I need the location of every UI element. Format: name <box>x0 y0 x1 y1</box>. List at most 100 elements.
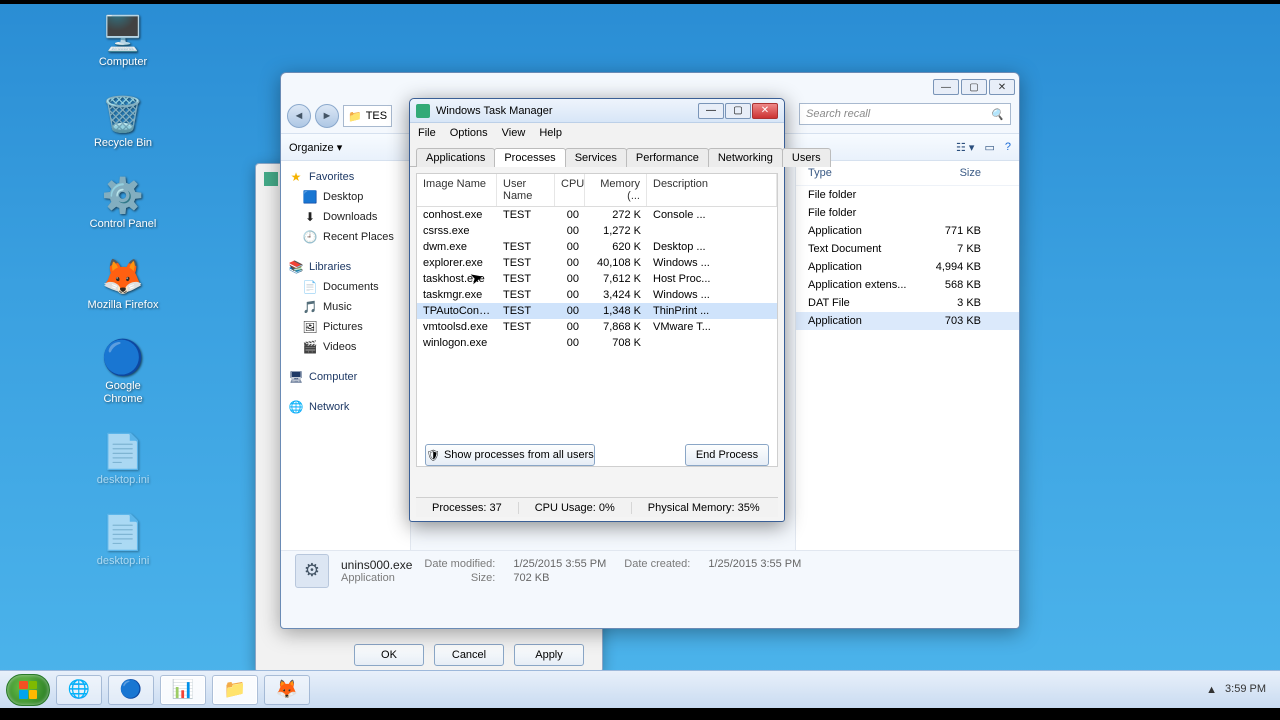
desktop-icon-chrome[interactable]: 🔵Google Chrome <box>85 336 161 406</box>
menu-file[interactable]: File <box>418 127 436 139</box>
search-input[interactable]: Search recall 🔍 <box>799 103 1011 125</box>
desktop-icon-computer[interactable]: 🖥️Computer <box>85 12 161 69</box>
view-menu-icon[interactable]: ☷ ▾ <box>956 141 974 154</box>
end-process-button[interactable]: End Process <box>685 444 769 466</box>
process-row[interactable]: winlogon.exe00708 K <box>417 335 777 351</box>
tray-clock[interactable]: 3:59 PM <box>1225 684 1266 695</box>
process-row[interactable]: dwm.exeTEST00620 KDesktop ... <box>417 239 777 255</box>
details-file-icon: ⚙ <box>295 554 329 588</box>
menu-options[interactable]: Options <box>450 127 488 139</box>
col-size[interactable]: Size <box>928 167 1009 179</box>
sidebar-item-desktop[interactable]: 🟦Desktop <box>285 187 406 207</box>
search-icon: 🔍 <box>990 108 1004 121</box>
tab-applications[interactable]: Applications <box>416 148 495 167</box>
taskbar-taskmgr[interactable]: 📊 <box>160 675 206 705</box>
videos-icon: 🎬 <box>303 340 317 354</box>
taskbar-firefox[interactable]: 🦊 <box>264 675 310 705</box>
status-memory: Physical Memory: 35% <box>632 502 776 514</box>
task-manager-status-bar: Processes: 37 CPU Usage: 0% Physical Mem… <box>416 497 778 517</box>
apply-button[interactable]: Apply <box>514 644 584 666</box>
sidebar-item-videos[interactable]: 🎬Videos <box>285 337 406 357</box>
file-row[interactable]: File folder <box>796 186 1019 204</box>
process-list-header[interactable]: Image Name User Name CPU Memory (... Des… <box>417 174 777 207</box>
process-row[interactable]: TPAutoConne...TEST001,348 KThinPrint ... <box>417 303 777 319</box>
ok-button[interactable]: OK <box>354 644 424 666</box>
show-all-users-button[interactable]: 🛡Show processes from all users <box>425 444 595 466</box>
col-description[interactable]: Description <box>647 174 777 206</box>
taskbar-chrome[interactable]: 🔵 <box>108 675 154 705</box>
col-image-name[interactable]: Image Name <box>417 174 497 206</box>
maximize-button[interactable]: ▢ <box>961 79 987 95</box>
sidebar-item-downloads[interactable]: ⬇Downloads <box>285 207 406 227</box>
tab-processes[interactable]: Processes <box>494 148 565 167</box>
tm-minimize-button[interactable]: — <box>698 103 724 119</box>
tab-users[interactable]: Users <box>782 148 831 167</box>
tab-networking[interactable]: Networking <box>708 148 783 167</box>
organize-menu[interactable]: Organize ▾ <box>289 141 342 154</box>
sidebar-item-documents[interactable]: 📄Documents <box>285 277 406 297</box>
task-manager-window[interactable]: Windows Task Manager — ▢ ✕ File Options … <box>409 98 785 522</box>
file-row[interactable]: DAT File3 KB <box>796 294 1019 312</box>
preview-pane-icon[interactable]: ▭ <box>984 141 994 154</box>
desktop-icon-firefox[interactable]: 🦊Mozilla Firefox <box>85 255 161 312</box>
task-manager-title: Windows Task Manager <box>436 105 553 117</box>
sidebar-item-recent[interactable]: 🕘Recent Places <box>285 227 406 247</box>
menu-view[interactable]: View <box>502 127 526 139</box>
sidebar-computer-head[interactable]: 🖥Computer <box>285 367 406 387</box>
col-memory[interactable]: Memory (... <box>585 174 647 206</box>
sidebar-network-head[interactable]: 🌐Network <box>285 397 406 417</box>
forward-button[interactable]: ► <box>315 104 339 128</box>
back-button[interactable]: ◄ <box>287 104 311 128</box>
start-button[interactable] <box>6 674 50 706</box>
help-icon[interactable]: ? <box>1005 141 1011 153</box>
col-type[interactable]: Type <box>808 167 928 179</box>
explorer-file-list[interactable]: Type Size File folderFile folderApplicat… <box>795 161 1019 550</box>
desktop-icon-control-panel[interactable]: ⚙️Control Panel <box>85 174 161 231</box>
process-row[interactable]: explorer.exeTEST0040,108 KWindows ... <box>417 255 777 271</box>
cancel-button[interactable]: Cancel <box>434 644 504 666</box>
explorer-details-pane: ⚙ unins000.exe Application Date modified… <box>281 550 1019 590</box>
explorer-sidebar: ★Favorites 🟦Desktop ⬇Downloads 🕘Recent P… <box>281 161 411 550</box>
tab-services[interactable]: Services <box>565 148 627 167</box>
file-row[interactable]: Application703 KB <box>796 312 1019 330</box>
address-bar[interactable]: 📁 TES <box>343 105 392 127</box>
details-filename: unins000.exe <box>341 558 412 572</box>
process-row[interactable]: taskhost.exeTEST007,612 KHost Proc... <box>417 271 777 287</box>
desktop-icon-ini-1[interactable]: 📄desktop.ini <box>85 430 161 487</box>
file-row[interactable]: Application4,994 KB <box>796 258 1019 276</box>
tab-performance[interactable]: Performance <box>626 148 709 167</box>
tm-maximize-button[interactable]: ▢ <box>725 103 751 119</box>
process-row[interactable]: csrss.exe001,272 K <box>417 223 777 239</box>
minimize-button[interactable]: — <box>933 79 959 95</box>
breadcrumb: TES <box>366 110 387 122</box>
taskbar[interactable]: 🌐 🔵 📊 📁 🦊 ▲ 3:59 PM <box>0 670 1280 708</box>
sidebar-item-music[interactable]: 🎵Music <box>285 297 406 317</box>
file-row[interactable]: File folder <box>796 204 1019 222</box>
sidebar-item-pictures[interactable]: 🖼Pictures <box>285 317 406 337</box>
process-row[interactable]: conhost.exeTEST00272 KConsole ... <box>417 207 777 223</box>
shield-icon: 🛡 <box>426 449 440 462</box>
sidebar-libraries-head[interactable]: 📚Libraries <box>285 257 406 277</box>
desktop-icon-ini-2[interactable]: 📄desktop.ini <box>85 511 161 568</box>
tray-flag-icon[interactable]: ▲ <box>1206 684 1217 696</box>
downloads-icon: ⬇ <box>303 210 317 224</box>
col-user-name[interactable]: User Name <box>497 174 555 206</box>
file-row[interactable]: Application extens...568 KB <box>796 276 1019 294</box>
taskbar-explorer[interactable]: 📁 <box>212 675 258 705</box>
task-manager-titlebar[interactable]: Windows Task Manager — ▢ ✕ <box>410 99 784 123</box>
process-row[interactable]: taskmgr.exeTEST003,424 KWindows ... <box>417 287 777 303</box>
system-tray[interactable]: ▲ 3:59 PM <box>1206 684 1274 696</box>
process-row[interactable]: vmtoolsd.exeTEST007,868 KVMware T... <box>417 319 777 335</box>
col-cpu[interactable]: CPU <box>555 174 585 206</box>
file-row[interactable]: Text Document7 KB <box>796 240 1019 258</box>
status-cpu: CPU Usage: 0% <box>519 502 632 514</box>
documents-icon: 📄 <box>303 280 317 294</box>
tm-close-button[interactable]: ✕ <box>752 103 778 119</box>
process-list[interactable]: Image Name User Name CPU Memory (... Des… <box>416 173 778 467</box>
sidebar-favorites-head[interactable]: ★Favorites <box>285 167 406 187</box>
menu-help[interactable]: Help <box>539 127 562 139</box>
taskbar-ie[interactable]: 🌐 <box>56 675 102 705</box>
desktop-icon-recycle-bin[interactable]: 🗑️Recycle Bin <box>85 93 161 150</box>
close-button[interactable]: ✕ <box>989 79 1015 95</box>
file-row[interactable]: Application771 KB <box>796 222 1019 240</box>
